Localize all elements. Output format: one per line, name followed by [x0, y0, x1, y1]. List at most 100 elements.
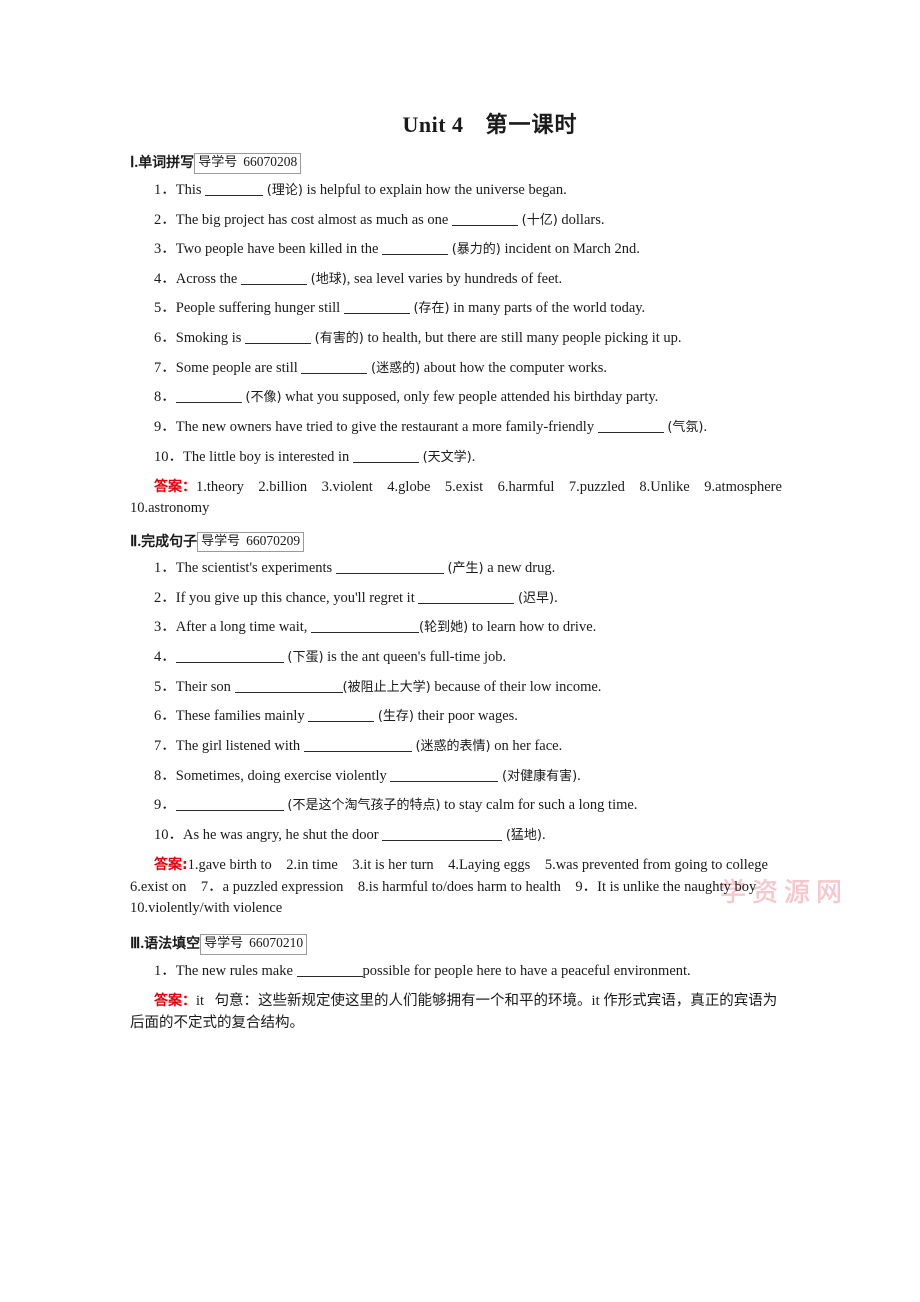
question-hint: (迟早) [517, 590, 555, 606]
worksheet-page: 学资源网 Unit 4 第一课时 Ⅰ.单词拼写 导学号 66070208 1．This… [0, 0, 920, 1302]
answer-blank[interactable] [382, 829, 503, 841]
answer-blank[interactable] [241, 273, 307, 285]
question-text-post: their poor wages. [414, 708, 518, 725]
question-text-post: incident on March 2nd. [500, 241, 640, 258]
question-number: 10． [154, 826, 183, 843]
answer-blank[interactable] [343, 302, 410, 315]
question-item: 8．Sometimes, doing exercise violently (对… [130, 767, 790, 786]
question-hint: (不是这个淘气孩子的特点) [287, 798, 441, 814]
question-hint: (不像) [245, 390, 282, 406]
question-text-pre: Their son [175, 678, 235, 695]
answer-blank[interactable] [308, 710, 375, 723]
question-text-post: . [703, 418, 708, 435]
answer-blank[interactable] [452, 214, 518, 226]
question-number: 2． [154, 211, 176, 228]
answer-blank[interactable] [234, 681, 343, 693]
question-text-pre: The big project has cost almost as much … [175, 211, 452, 228]
question-text-post: on her face. [490, 737, 563, 754]
question-text-post: , sea level varies by hundreds of feet. [346, 270, 563, 287]
study-number-label: 导学号 [198, 155, 238, 171]
question-text-post: because of their low income. [430, 678, 602, 695]
answer-blank[interactable] [352, 451, 419, 463]
question-hint: (产生) [447, 561, 484, 577]
study-number-label: 导学号 [204, 936, 244, 952]
answer-blank[interactable] [175, 391, 242, 404]
answer-blank[interactable] [303, 740, 412, 752]
answer-explanation: 句意：这些新规定使这里的人们能够拥有一个和平的环境。it 作形式宾语，真正的宾语… [130, 993, 778, 1031]
question-text-pre: Sometimes, doing exercise violently [175, 767, 391, 784]
question-text-post: to health, but there are still many peop… [363, 330, 682, 347]
section-header-2: Ⅱ.完成句子 导学号 66070209 [130, 531, 790, 553]
question-hint: (气氛) [667, 419, 704, 435]
question-item: 4．Across the (地球), sea level varies by h… [130, 270, 790, 289]
section-name: 完成句子 [141, 533, 198, 550]
question-text-post: in many parts of the world today. [449, 300, 646, 317]
answer-blank[interactable] [205, 184, 264, 196]
study-number-value: 66070208 [243, 154, 298, 170]
question-number: 5． [154, 678, 176, 695]
answer-blank[interactable] [311, 621, 420, 634]
question-text-pre: After a long time wait, [175, 619, 312, 636]
question-number: 1． [154, 560, 176, 577]
answer-block: 答案：it 句意：这些新规定使这里的人们能够拥有一个和平的环境。it 作形式宾语… [130, 991, 790, 1034]
answer-label: 答案： [154, 479, 196, 496]
answer-blank[interactable] [418, 592, 515, 604]
question-text-pre: As he was angry, he shut the door [183, 826, 383, 843]
section-numeral: Ⅱ. [130, 533, 142, 550]
question-item: 6．Smoking is (有害的) to health, but there … [130, 329, 790, 348]
section-name: 语法填空 [144, 936, 201, 953]
answer-blank[interactable] [390, 770, 499, 782]
answer-block: 答案：1.theory 2.billion 3.violent 4.globe … [130, 477, 796, 520]
answer-blank[interactable] [296, 965, 363, 977]
question-number: 5． [154, 300, 176, 317]
answer-text: 1.theory 2.billion 3.violent 4.globe 5.e… [130, 479, 797, 517]
question-number: 7． [154, 359, 176, 376]
question-number: 4． [154, 649, 176, 666]
question-text-post: possible for people here to have a peace… [362, 962, 691, 979]
question-text-pre: Smoking is [175, 330, 246, 347]
page-title-unit: Unit 4 [402, 112, 464, 137]
question-item: 7．The girl listened with (迷惑的表情) on her … [130, 737, 790, 756]
answer-label: 答案： [154, 993, 196, 1010]
question-number: 4． [154, 270, 176, 287]
question-item: 2．The big project has cost almost as muc… [130, 211, 790, 230]
question-number: 3． [154, 619, 176, 636]
question-text-pre: People suffering hunger still [175, 300, 344, 317]
question-text-post: is helpful to explain how the universe b… [302, 181, 567, 198]
answer-blank[interactable] [382, 243, 449, 256]
question-number: 2． [154, 589, 176, 606]
section-numeral: Ⅲ. [130, 936, 145, 953]
document-content: Unit 4 第一课时 Ⅰ.单词拼写 导学号 66070208 1．This (理论)… [130, 112, 796, 1043]
section-numeral: Ⅰ. [130, 155, 139, 172]
section-header-1: Ⅰ.单词拼写 导学号 66070208 [130, 153, 790, 174]
question-text-pre: The new owners have tried to give the re… [175, 418, 598, 435]
question-item: 7．Some people are still (迷惑的) about how … [130, 359, 790, 378]
question-item: 1．This (理论) is helpful to explain how th… [130, 181, 790, 200]
study-number-value: 66070209 [246, 532, 301, 548]
answer-blank[interactable] [597, 421, 664, 433]
question-text-post: about how the computer works. [420, 359, 608, 376]
question-hint: (存在) [413, 301, 450, 317]
question-text-pre: Two people have been killed in the [175, 241, 383, 258]
question-item: 1．The scientist's experiments (产生) a new… [130, 559, 790, 578]
answer-blank[interactable] [245, 332, 312, 345]
question-item: 1．The new rules make possible for people… [130, 962, 790, 981]
question-text-post: . [471, 448, 476, 465]
answer-label: 答案: [154, 857, 188, 874]
question-item: 5．Their son (被阻止上大学) because of their lo… [130, 678, 790, 697]
question-text-post: what you supposed, only few people atten… [281, 389, 659, 406]
answer-blank[interactable] [335, 562, 444, 575]
question-text-post: to learn how to drive. [468, 619, 597, 636]
question-number: 8． [154, 767, 176, 784]
section-name: 单词拼写 [138, 155, 195, 172]
answer-blank[interactable] [175, 799, 284, 812]
question-text-pre: The girl listened with [175, 737, 304, 754]
question-number: 7． [154, 737, 176, 754]
question-text-pre: These families mainly [175, 708, 309, 725]
answer-blank[interactable] [301, 362, 368, 374]
question-number: 6． [154, 330, 176, 347]
question-hint: (迷惑的) [371, 360, 421, 376]
question-hint: (生存) [377, 709, 415, 725]
answer-blank[interactable] [175, 651, 284, 664]
question-item: 9．The new owners have tried to give the … [130, 418, 790, 437]
